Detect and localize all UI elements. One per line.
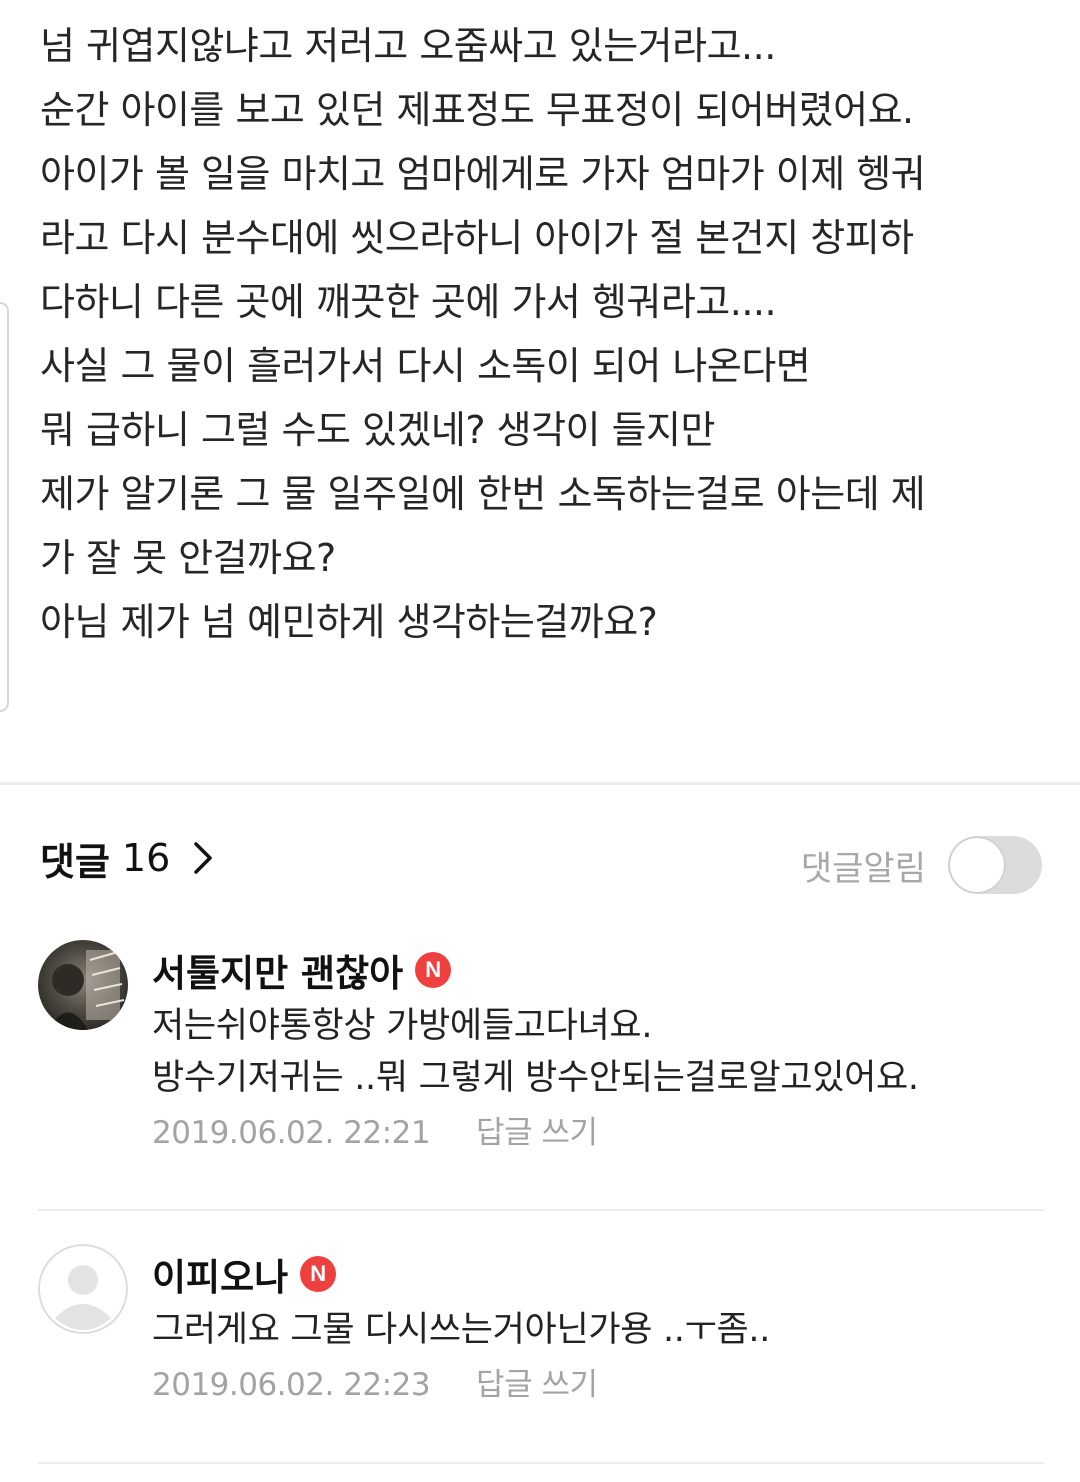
article-line: 가 잘 못 안걸까요?: [40, 536, 336, 580]
chevron-right-icon: [188, 838, 218, 878]
reply-button[interactable]: 답글 쓰기: [476, 1108, 598, 1158]
comment-content: 이피오나 N 그러게요 그물 다시쓰는거아닌가용 ..ㅜ좀.. 2019.06.…: [152, 1244, 1042, 1410]
comment-notify: 댓글알림: [801, 836, 1042, 894]
comment-divider: [38, 1209, 1044, 1211]
commenter-name[interactable]: 이피오나: [152, 1247, 288, 1301]
comments-count: 16: [121, 836, 171, 880]
default-avatar[interactable]: [38, 1244, 128, 1334]
comment-divider: [38, 1462, 1044, 1464]
commenter-name[interactable]: 서툴지만 괜찮아: [152, 943, 403, 997]
comment-head: 이피오나 N: [152, 1244, 1042, 1304]
reply-button[interactable]: 답글 쓰기: [476, 1360, 598, 1410]
photo-avatar[interactable]: [38, 940, 128, 1030]
comment-text-line: 저는쉬야통항상 가방에들고다녀요.: [152, 1006, 653, 1046]
comment-text-line: 방수기저귀는 ..뭐 그렇게 방수안되는걸로알고있어요.: [152, 1058, 919, 1098]
article-line: 다하니 다른 곳에 깨끗한 곳에 가서 헹궈라고....: [40, 280, 777, 324]
toggle-knob: [950, 838, 1004, 892]
article-line: 제가 알기론 그 물 일주일에 한번 소독하는걸로 아는데 제: [40, 472, 926, 516]
comment-head: 서툴지만 괜찮아 N: [152, 940, 1042, 1000]
comment-notify-label: 댓글알림: [800, 848, 926, 889]
comments-title: 댓글: [40, 839, 110, 884]
article-line: 뭐 급하니 그럴 수도 있겠네? 생각이 들지만: [40, 408, 715, 452]
article-line: 사실 그 물이 흘러가서 다시 소독이 되어 나온다면: [40, 344, 811, 388]
comment-content: 서툴지만 괜찮아 N 저는쉬야통항상 가방에들고다녀요. 방수기저귀는 ..뭐 …: [152, 940, 1042, 1158]
article-line: 순간 아이를 보고 있던 제표정도 무표정이 되어버렸어요.: [40, 88, 914, 132]
comment-notify-toggle[interactable]: [948, 836, 1042, 894]
naver-n-badge-icon: N: [300, 1256, 337, 1292]
comment-text-line: 그러게요 그물 다시쓰는거아닌가용 ..ㅜ좀..: [152, 1310, 771, 1350]
article-line: 넘 귀엽지않냐고 저러고 오줌싸고 있는거라고...: [40, 24, 776, 68]
section-divider: [0, 782, 1080, 785]
naver-n-badge-icon: N: [415, 952, 452, 988]
comment-date: 2019.06.02. 22:21: [152, 1115, 431, 1151]
comment-date: 2019.06.02. 22:23: [152, 1367, 431, 1403]
comments-header-link[interactable]: 댓글 16: [40, 828, 218, 888]
comment-meta: 2019.06.02. 22:21 답글 쓰기: [152, 1108, 1042, 1158]
article-line: 아이가 볼 일을 마치고 엄마에게로 가자 엄마가 이제 헹궈: [40, 152, 926, 196]
article-body: 넘 귀엽지않냐고 저러고 오줌싸고 있는거라고... 순간 아이를 보고 있던 …: [40, 14, 1060, 654]
article-line: 아님 제가 넘 예민하게 생각하는걸까요?: [40, 600, 658, 644]
scroll-indicator[interactable]: [0, 302, 9, 712]
article-line: 라고 다시 분수대에 씻으라하니 아이가 절 본건지 창피하: [40, 216, 914, 260]
comment-meta: 2019.06.02. 22:23 답글 쓰기: [152, 1360, 1042, 1410]
